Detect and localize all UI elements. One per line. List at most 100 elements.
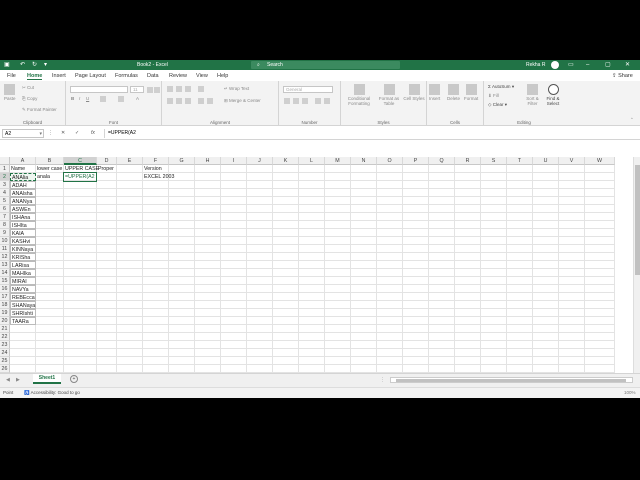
cell-q5[interactable] bbox=[429, 197, 455, 205]
horizontal-scroll-thumb[interactable] bbox=[396, 379, 626, 382]
cell-w1[interactable] bbox=[585, 165, 615, 173]
cell-c13[interactable] bbox=[64, 261, 97, 269]
cell-w22[interactable] bbox=[585, 333, 615, 341]
cell-a9[interactable]: KAIA bbox=[10, 229, 36, 237]
column-header-t[interactable]: T bbox=[507, 157, 533, 165]
cell-j8[interactable] bbox=[247, 221, 273, 229]
cell-g5[interactable] bbox=[169, 197, 195, 205]
cell-i21[interactable] bbox=[221, 325, 247, 333]
row-header-1[interactable]: 1 bbox=[0, 165, 10, 173]
cell-g17[interactable] bbox=[169, 293, 195, 301]
cell-e20[interactable] bbox=[117, 317, 143, 325]
cell-r17[interactable] bbox=[455, 293, 481, 301]
cell-v18[interactable] bbox=[559, 301, 585, 309]
cell-d23[interactable] bbox=[97, 341, 117, 349]
sheet-tab-sheet1[interactable]: Sheet1 bbox=[33, 374, 61, 384]
cell-p13[interactable] bbox=[403, 261, 429, 269]
cell-o7[interactable] bbox=[377, 213, 403, 221]
cell-b7[interactable] bbox=[36, 213, 64, 221]
cell-p25[interactable] bbox=[403, 357, 429, 365]
cell-b22[interactable] bbox=[36, 333, 64, 341]
row-header-4[interactable]: 4 bbox=[0, 189, 10, 197]
row-header-22[interactable]: 22 bbox=[0, 333, 10, 341]
cell-h6[interactable] bbox=[195, 205, 221, 213]
cell-b8[interactable] bbox=[36, 221, 64, 229]
cell-m26[interactable] bbox=[325, 365, 351, 373]
cell-e12[interactable] bbox=[117, 253, 143, 261]
cell-q24[interactable] bbox=[429, 349, 455, 357]
cell-j26[interactable] bbox=[247, 365, 273, 373]
add-sheet-button[interactable]: + bbox=[70, 375, 78, 383]
cell-a25[interactable] bbox=[10, 357, 36, 365]
cell-r10[interactable] bbox=[455, 237, 481, 245]
cell-u2[interactable] bbox=[533, 173, 559, 181]
cell-e18[interactable] bbox=[117, 301, 143, 309]
cell-i16[interactable] bbox=[221, 285, 247, 293]
cell-g6[interactable] bbox=[169, 205, 195, 213]
cell-d25[interactable] bbox=[97, 357, 117, 365]
cell-r11[interactable] bbox=[455, 245, 481, 253]
cell-q11[interactable] bbox=[429, 245, 455, 253]
cell-w24[interactable] bbox=[585, 349, 615, 357]
formula-input[interactable]: =UPPER(A2 bbox=[104, 129, 638, 138]
cell-l23[interactable] bbox=[299, 341, 325, 349]
cell-c24[interactable] bbox=[64, 349, 97, 357]
merge-center-button[interactable]: ⊞ Merge & Center bbox=[224, 98, 261, 104]
cell-l25[interactable] bbox=[299, 357, 325, 365]
cell-k12[interactable] bbox=[273, 253, 299, 261]
cell-k18[interactable] bbox=[273, 301, 299, 309]
cell-n16[interactable] bbox=[351, 285, 377, 293]
cell-e23[interactable] bbox=[117, 341, 143, 349]
cell-b18[interactable] bbox=[36, 301, 64, 309]
cell-l7[interactable] bbox=[299, 213, 325, 221]
cell-r7[interactable] bbox=[455, 213, 481, 221]
cell-f25[interactable] bbox=[143, 357, 169, 365]
cell-a23[interactable] bbox=[10, 341, 36, 349]
align-center-icon[interactable] bbox=[176, 98, 182, 104]
cell-p11[interactable] bbox=[403, 245, 429, 253]
cell-l1[interactable] bbox=[299, 165, 325, 173]
paste-button[interactable]: Paste bbox=[4, 84, 16, 101]
cell-q12[interactable] bbox=[429, 253, 455, 261]
insert-cells-button[interactable]: Insert bbox=[429, 84, 440, 101]
cell-t10[interactable] bbox=[507, 237, 533, 245]
cell-t2[interactable] bbox=[507, 173, 533, 181]
clear-button[interactable]: ◇ Clear ▾ bbox=[488, 102, 507, 108]
cell-i1[interactable] bbox=[221, 165, 247, 173]
cell-h1[interactable] bbox=[195, 165, 221, 173]
cell-h10[interactable] bbox=[195, 237, 221, 245]
cell-i14[interactable] bbox=[221, 269, 247, 277]
cell-d11[interactable] bbox=[97, 245, 117, 253]
cell-o9[interactable] bbox=[377, 229, 403, 237]
cell-p12[interactable] bbox=[403, 253, 429, 261]
cell-g1[interactable] bbox=[169, 165, 195, 173]
cell-w26[interactable] bbox=[585, 365, 615, 373]
cell-o21[interactable] bbox=[377, 325, 403, 333]
cell-p18[interactable] bbox=[403, 301, 429, 309]
cell-m9[interactable] bbox=[325, 229, 351, 237]
cell-r2[interactable] bbox=[455, 173, 481, 181]
cell-m13[interactable] bbox=[325, 261, 351, 269]
cell-s6[interactable] bbox=[481, 205, 507, 213]
cell-w15[interactable] bbox=[585, 277, 615, 285]
cell-p10[interactable] bbox=[403, 237, 429, 245]
cell-e9[interactable] bbox=[117, 229, 143, 237]
cell-a1[interactable]: Name bbox=[10, 165, 36, 173]
cell-e1[interactable] bbox=[117, 165, 143, 173]
column-header-l[interactable]: L bbox=[299, 157, 325, 165]
cell-b5[interactable] bbox=[36, 197, 64, 205]
cell-r19[interactable] bbox=[455, 309, 481, 317]
cell-o11[interactable] bbox=[377, 245, 403, 253]
cell-h15[interactable] bbox=[195, 277, 221, 285]
cell-r16[interactable] bbox=[455, 285, 481, 293]
cell-e15[interactable] bbox=[117, 277, 143, 285]
cell-t15[interactable] bbox=[507, 277, 533, 285]
cell-o22[interactable] bbox=[377, 333, 403, 341]
cell-q7[interactable] bbox=[429, 213, 455, 221]
cell-m11[interactable] bbox=[325, 245, 351, 253]
row-header-9[interactable]: 9 bbox=[0, 229, 10, 237]
cell-v17[interactable] bbox=[559, 293, 585, 301]
cell-i24[interactable] bbox=[221, 349, 247, 357]
increase-indent-icon[interactable] bbox=[207, 98, 213, 104]
cell-q13[interactable] bbox=[429, 261, 455, 269]
